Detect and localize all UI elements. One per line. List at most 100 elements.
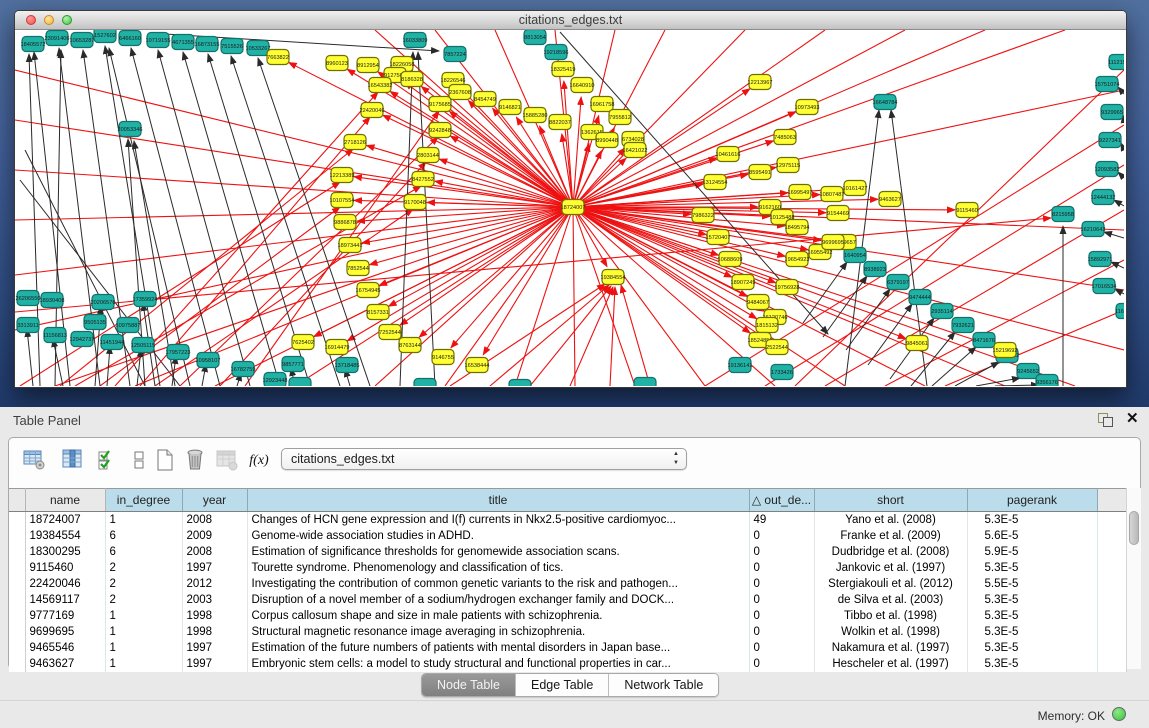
graph-node[interactable]: 9845061 bbox=[906, 336, 928, 351]
graph-node[interactable]: 18405572 bbox=[21, 37, 46, 52]
graph-node[interactable]: 2718126 bbox=[344, 135, 366, 150]
graph-node[interactable]: 23091406 bbox=[45, 31, 70, 46]
graph-node[interactable]: 17957223 bbox=[166, 345, 191, 360]
citation-network-graph[interactable]: 18724007 1840557223091406106532871527602 6… bbox=[15, 30, 1124, 386]
column-settings-icon[interactable] bbox=[59, 447, 87, 475]
graph-node[interactable]: 8822037 bbox=[549, 115, 571, 130]
graph-node[interactable]: 8157331 bbox=[367, 305, 389, 320]
graph-node[interactable]: 15751074 bbox=[1095, 77, 1120, 92]
graph-node[interactable]: 9170048 bbox=[404, 195, 426, 210]
graph-node[interactable]: 8960123 bbox=[326, 56, 348, 71]
graph-node[interactable]: 2522544 bbox=[766, 340, 788, 355]
graph-node[interactable]: 2935114 bbox=[931, 304, 953, 319]
graph-node[interactable]: 8813054 bbox=[524, 30, 546, 45]
graph-node[interactable]: 8471676 bbox=[973, 333, 995, 348]
graph-node[interactable]: 12975115 bbox=[776, 158, 800, 173]
graph-node[interactable]: 16421022 bbox=[623, 143, 648, 158]
delete-table-icon[interactable] bbox=[181, 447, 209, 475]
graph-node[interactable]: 9242848 bbox=[429, 123, 451, 138]
graph-node[interactable]: 18973441 bbox=[338, 238, 363, 253]
graph-node[interactable]: 10719155 bbox=[146, 33, 171, 48]
table-row[interactable]: 946362711997Embryonic stem cells: a mode… bbox=[9, 656, 1126, 672]
table-row[interactable]: 1830029562008Estimation of significance … bbox=[9, 544, 1126, 560]
graph-node[interactable]: 10807487 bbox=[820, 187, 845, 202]
graph-node[interactable]: 18325419 bbox=[551, 62, 576, 77]
graph-node[interactable]: 8912954 bbox=[357, 58, 379, 73]
function-builder-icon[interactable]: f(x) bbox=[245, 447, 273, 475]
graph-node[interactable]: 10653287 bbox=[70, 33, 95, 48]
tab-node-table[interactable]: Node Table bbox=[422, 674, 516, 696]
graph-node[interactable]: 11675311 bbox=[1115, 304, 1124, 319]
graph-node[interactable]: 7932621 bbox=[952, 318, 974, 333]
row-checks-icon[interactable] bbox=[95, 447, 123, 475]
graph-node[interactable]: 16538444 bbox=[465, 358, 490, 373]
graph-node[interactable]: 16210643 bbox=[1081, 222, 1106, 237]
graph-node[interactable]: 16033809 bbox=[403, 33, 428, 48]
graph-node[interactable]: 17016534 bbox=[1092, 279, 1117, 294]
float-window-icon[interactable] bbox=[1098, 413, 1113, 426]
graph-node[interactable]: 8938923 bbox=[864, 262, 886, 277]
graph-node[interactable]: 9505135 bbox=[84, 315, 106, 330]
graph-node[interactable]: 15885280 bbox=[523, 108, 548, 123]
graph-node[interactable]: 8427552 bbox=[412, 172, 434, 187]
graph-node[interactable]: 1527602 bbox=[94, 30, 116, 43]
graph-node[interactable]: 19654923 bbox=[785, 252, 810, 267]
table-row[interactable]: 969969511998Structural magnetic resonanc… bbox=[9, 624, 1126, 640]
graph-node[interactable]: 11451944 bbox=[100, 335, 124, 350]
table-row[interactable]: 2242004622012Investigating the contribut… bbox=[9, 576, 1126, 592]
graph-node[interactable]: 7857224 bbox=[444, 47, 466, 62]
graph-node[interactable]: 8186328 bbox=[401, 72, 423, 87]
graph-node[interactable]: 9484067 bbox=[747, 295, 769, 310]
column-header-out_degree[interactable]: △ out_de... bbox=[749, 489, 814, 512]
graph-node[interactable]: 19756928 bbox=[775, 280, 800, 295]
graph-node[interactable]: 7485063 bbox=[774, 130, 796, 145]
network-canvas[interactable]: 18724007 1840557223091406106532871527602 6… bbox=[15, 30, 1124, 386]
graph-node[interactable]: 1815132 bbox=[756, 318, 778, 333]
graph-node[interactable]: 18724007 bbox=[561, 200, 586, 215]
graph-node[interactable]: 16543382 bbox=[368, 78, 393, 93]
close-panel-icon[interactable]: ✕ bbox=[1126, 410, 1139, 428]
graph-node[interactable]: 9474444 bbox=[909, 290, 931, 305]
graph-node[interactable]: 9115460 bbox=[956, 203, 978, 218]
graph-node[interactable]: 16914479 bbox=[325, 340, 350, 355]
graph-node[interactable]: 15892971 bbox=[1088, 252, 1113, 267]
column-header-title[interactable]: title bbox=[247, 489, 749, 512]
graph-node[interactable]: 12942737 bbox=[70, 332, 95, 347]
network-window-titlebar[interactable]: citations_edges.txt bbox=[15, 11, 1126, 30]
graph-node[interactable]: 2367608 bbox=[449, 85, 471, 100]
graph-node[interactable]: 10688609 bbox=[718, 252, 743, 267]
table-select[interactable]: citations_edges.txt ▲ ▼ bbox=[281, 448, 687, 470]
tab-edge-table[interactable]: Edge Table bbox=[516, 674, 609, 696]
graph-node[interactable] bbox=[414, 379, 436, 387]
graph-node[interactable]: 16640910 bbox=[570, 78, 595, 93]
graph-node[interactable]: 8454749 bbox=[474, 92, 496, 107]
graph-node[interactable]: 22420046 bbox=[360, 103, 385, 118]
graph-node[interactable]: 7955812 bbox=[609, 110, 631, 125]
graph-node[interactable]: 8990448 bbox=[596, 133, 618, 148]
graph-node[interactable]: 12444132 bbox=[1091, 190, 1116, 205]
graph-node[interactable]: 9329965 bbox=[1101, 105, 1123, 120]
graph-node[interactable]: 12093582 bbox=[1095, 162, 1120, 177]
table-row[interactable]: 1456911722003Disruption of a novel membe… bbox=[9, 592, 1126, 608]
graph-node[interactable]: 9463627 bbox=[879, 192, 901, 207]
graph-node[interactable]: 7986322 bbox=[692, 208, 714, 223]
graph-node[interactable]: 10161427 bbox=[843, 181, 868, 196]
graph-node[interactable]: 9146755 bbox=[432, 350, 454, 365]
graph-node[interactable]: 7515526 bbox=[221, 39, 243, 54]
graph-node[interactable]: 10107554 bbox=[330, 193, 355, 208]
graph-node[interactable]: 18907249 bbox=[731, 275, 756, 290]
graph-node[interactable]: 19136141 bbox=[728, 358, 753, 373]
graph-node[interactable]: 20206576 bbox=[91, 295, 116, 310]
column-header-pagerank[interactable]: pagerank bbox=[967, 489, 1097, 512]
graph-node[interactable]: 9699695 bbox=[822, 235, 844, 250]
graph-node[interactable]: 12923448 bbox=[263, 373, 288, 387]
graph-node[interactable]: 12213389 bbox=[330, 168, 355, 183]
graph-node[interactable]: 2803144 bbox=[417, 148, 439, 163]
graph-node[interactable]: 18495794 bbox=[785, 220, 810, 235]
network-view-window[interactable]: citations_edges.txt 18724007 184055722309… bbox=[14, 10, 1127, 388]
graph-node[interactable]: 6379197 bbox=[887, 275, 909, 290]
graph-node[interactable]: 9146821 bbox=[499, 100, 521, 115]
column-header-name[interactable]: name bbox=[25, 489, 105, 512]
graph-node[interactable]: 17359924 bbox=[133, 292, 158, 307]
graph-node[interactable] bbox=[289, 378, 311, 387]
